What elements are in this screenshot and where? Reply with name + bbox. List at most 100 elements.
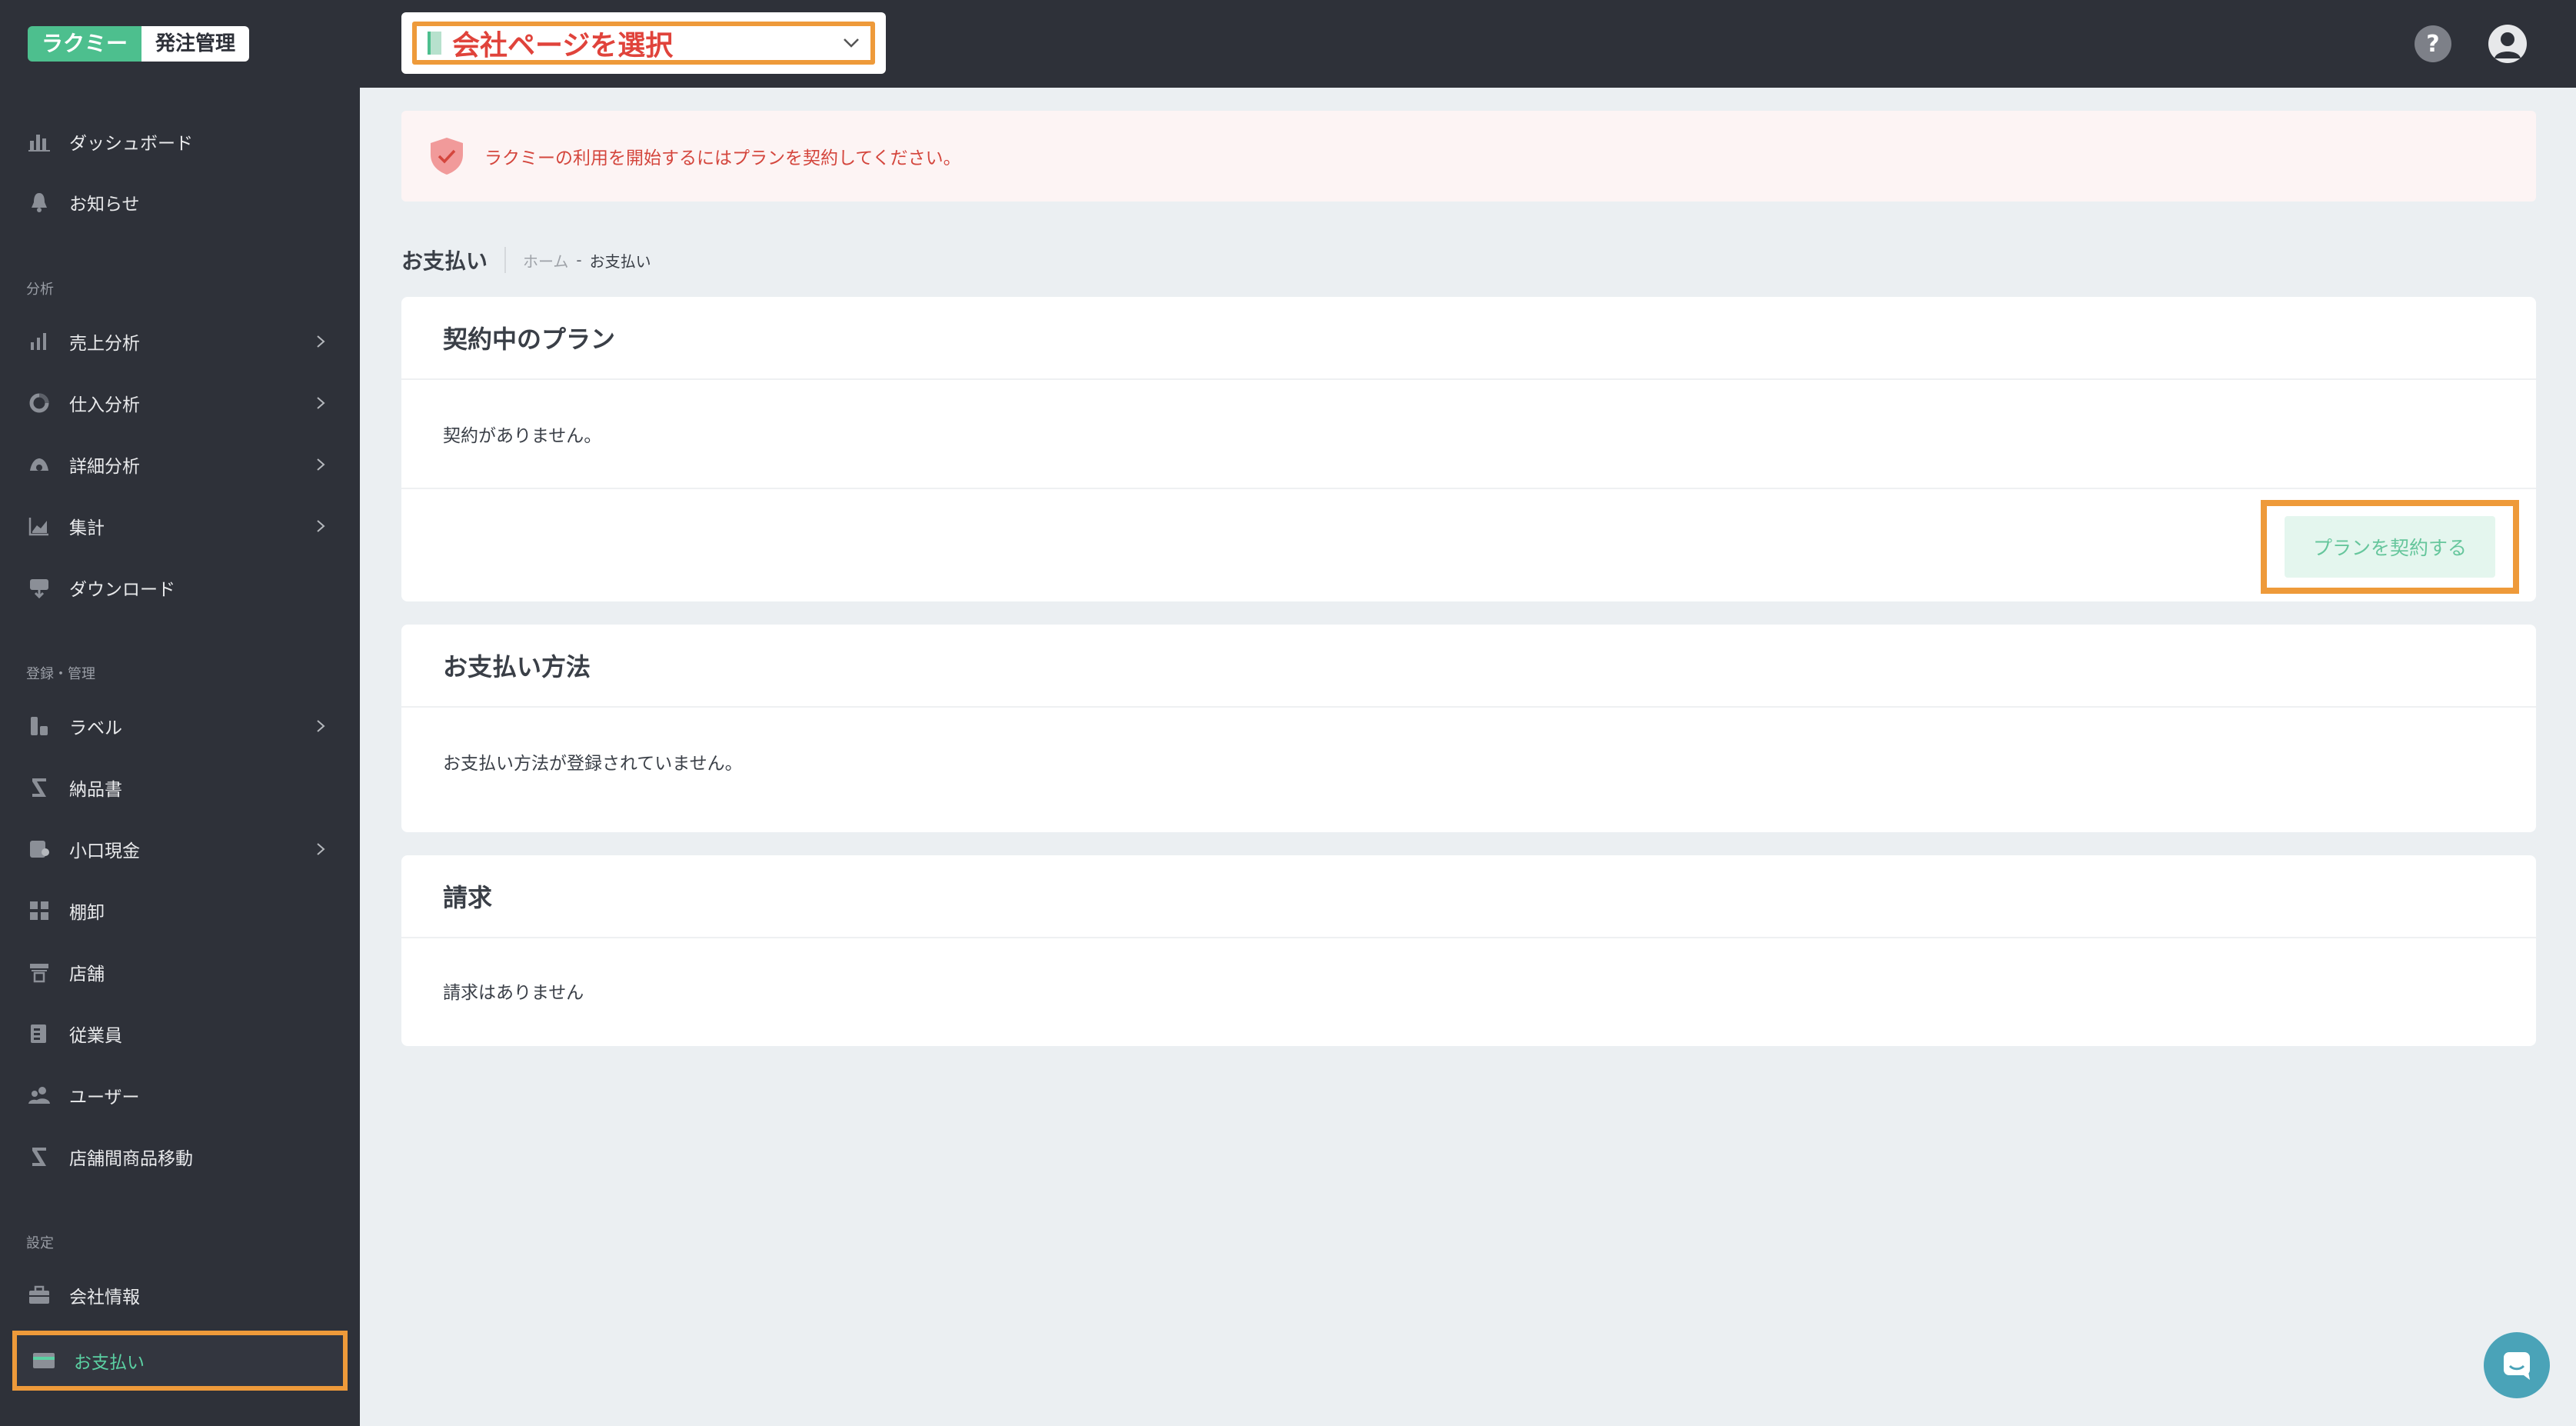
breadcrumb-separator: - — [576, 251, 582, 269]
sidebar-item-label: 納品書 — [69, 780, 122, 800]
card-body: 契約がありません。 — [401, 380, 2536, 488]
chevron-right-icon — [309, 458, 332, 471]
chevron-right-icon — [309, 335, 332, 348]
sidebar-item-dashboard[interactable]: ダッシュボード — [12, 115, 348, 168]
help-button[interactable]: ? — [2415, 25, 2451, 62]
chevron-right-icon — [309, 519, 332, 533]
section-label-analysis: 分析 — [26, 282, 54, 298]
sidebar-item-company-info[interactable]: 会社情報 — [12, 1269, 348, 1321]
inventory-icon — [28, 899, 51, 922]
company-select-dropdown[interactable]: 会社ページを選択 — [401, 12, 886, 74]
chevron-right-icon — [309, 842, 332, 856]
sidebar-item-store[interactable]: 店舗 — [12, 946, 348, 998]
sidebar-item-label-mgmt[interactable]: ラベル — [12, 700, 348, 752]
chat-support-button[interactable] — [2484, 1332, 2550, 1398]
sidebar-item-label: 売上分析 — [69, 334, 140, 354]
page-header: お支払い ホーム - お支払い — [401, 243, 651, 277]
subscribe-button-highlight: プランを契約する — [2261, 500, 2519, 594]
top-header: ラクミー 発注管理 会社ページを選択 ? — [0, 0, 2576, 88]
dashboard-icon — [28, 130, 51, 153]
download-icon — [28, 576, 51, 599]
sidebar-item-payment[interactable]: お支払い — [12, 1331, 348, 1391]
sidebar-item-label: 詳細分析 — [69, 457, 140, 477]
sidebar-item-label: お知らせ — [69, 195, 140, 215]
sidebar-item-label: ダウンロード — [69, 580, 175, 600]
no-billing-text: 請求はありません — [443, 983, 584, 1003]
chevron-right-icon — [309, 719, 332, 733]
pie-chart-icon — [28, 391, 51, 415]
sidebar-item-delivery-slip[interactable]: 納品書 — [12, 761, 348, 814]
chevron-down-icon — [832, 37, 870, 49]
sidebar-item-detail-analysis[interactable]: 詳細分析 — [12, 438, 348, 491]
sidebar-item-label: 従業員 — [69, 1026, 122, 1046]
card-body: 請求はありません — [401, 938, 2536, 1043]
company-icon — [428, 32, 441, 55]
section-label-register: 登録・管理 — [26, 666, 95, 682]
petty-cash-icon — [28, 838, 51, 861]
line-chart-icon — [28, 515, 51, 538]
briefcase-icon — [28, 1284, 51, 1307]
sidebar-item-sales-analysis[interactable]: 売上分析 — [12, 315, 348, 368]
breadcrumb-current: お支払い — [589, 252, 651, 271]
sidebar-item-label: 店舗間商品移動 — [69, 1149, 193, 1169]
logo-primary-text: ラクミー — [28, 26, 142, 62]
no-contract-text: 契約がありません。 — [443, 426, 602, 446]
company-select-highlight: 会社ページを選択 — [412, 22, 875, 65]
store-icon — [28, 961, 51, 984]
sidebar-item-purchase-analysis[interactable]: 仕入分析 — [12, 377, 348, 429]
alert-message: ラクミーの利用を開始するにはプランを契約してください。 — [484, 148, 961, 168]
transfer-icon — [28, 1145, 51, 1168]
card-body: お支払い方法が登録されていません。 — [401, 708, 2536, 815]
sidebar-item-store-transfer[interactable]: 店舗間商品移動 — [12, 1131, 348, 1183]
sidebar-item-label: 集計 — [69, 518, 105, 538]
sidebar-item-petty-cash[interactable]: 小口現金 — [12, 823, 348, 875]
section-label-settings: 設定 — [26, 1235, 54, 1251]
contract-alert: ラクミーの利用を開始するにはプランを契約してください。 — [401, 111, 2536, 202]
card-title: お支払い方法 — [443, 652, 591, 681]
shield-check-icon — [428, 136, 466, 176]
credit-card-icon — [32, 1349, 55, 1372]
sidebar-item-download[interactable]: ダウンロード — [12, 561, 348, 614]
detail-chart-icon — [28, 453, 51, 476]
user-avatar-button[interactable] — [2488, 25, 2527, 63]
employee-icon — [28, 1022, 51, 1045]
card-title: 契約中のプラン — [443, 325, 616, 354]
current-plan-card: 契約中のプラン 契約がありません。 プランを契約する — [401, 297, 2536, 601]
billing-card: 請求 請求はありません — [401, 855, 2536, 1046]
subscribe-plan-button[interactable]: プランを契約する — [2285, 516, 2495, 578]
sidebar-item-label: ダッシュボード — [69, 134, 193, 154]
sidebar-item-label: ラベル — [69, 718, 122, 738]
sidebar-item-label: ユーザー — [69, 1088, 140, 1108]
sidebar-item-label: 小口現金 — [69, 841, 140, 861]
card-footer: プランを契約する — [401, 488, 2536, 600]
users-icon — [28, 1084, 51, 1107]
delivery-slip-icon — [28, 776, 51, 799]
page-title: お支払い — [401, 248, 488, 274]
sidebar-item-aggregate[interactable]: 集計 — [12, 500, 348, 552]
no-payment-method-text: お支払い方法が登録されていません。 — [443, 754, 743, 774]
sidebar-item-label: 棚卸 — [69, 903, 105, 923]
chat-icon — [2504, 1352, 2530, 1380]
bell-icon — [28, 191, 51, 214]
sidebar-item-inventory[interactable]: 棚卸 — [12, 885, 348, 937]
app-logo[interactable]: ラクミー 発注管理 — [28, 26, 250, 62]
card-header: 請求 — [401, 855, 2536, 938]
sidebar-item-label: 店舗 — [69, 965, 105, 985]
sidebar-item-label: 会社情報 — [69, 1288, 140, 1308]
company-select-value: 会社ページを選択 — [452, 30, 674, 62]
sidebar-item-news[interactable]: お知らせ — [12, 176, 348, 228]
bar-chart-icon — [28, 330, 51, 353]
sidebar-item-label: お支払い — [74, 1353, 145, 1373]
card-header: お支払い方法 — [401, 625, 2536, 708]
sidebar-item-label: 仕入分析 — [69, 395, 140, 415]
sidebar: ダッシュボード お知らせ 分析 売上分析 仕入分析 詳細分析 集計 ダウンロード… — [0, 88, 360, 1426]
header-divider — [504, 247, 507, 273]
help-icon: ? — [2426, 30, 2440, 58]
sidebar-item-users[interactable]: ユーザー — [12, 1069, 348, 1121]
sidebar-item-employee[interactable]: 従業員 — [12, 1008, 348, 1060]
payment-method-card: お支払い方法 お支払い方法が登録されていません。 — [401, 625, 2536, 832]
breadcrumb-home[interactable]: ホーム — [523, 249, 568, 272]
logo-secondary-text: 発注管理 — [141, 26, 250, 62]
user-icon — [2494, 32, 2521, 58]
card-title: 請求 — [443, 883, 493, 912]
